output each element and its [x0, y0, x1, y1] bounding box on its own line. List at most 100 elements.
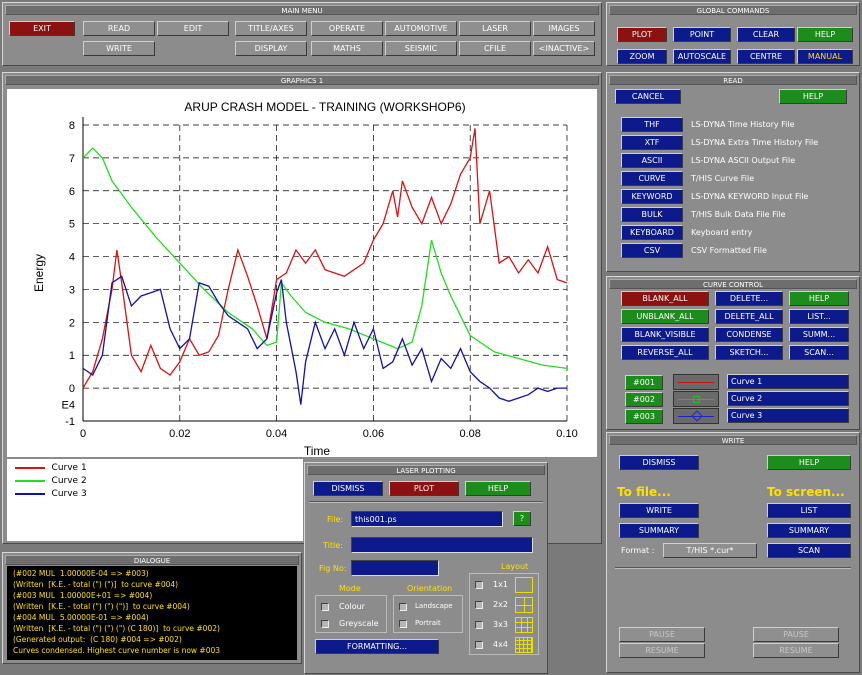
file-write-button[interactable]: WRITE [619, 503, 699, 518]
dialogue-panel: DIALOGUE (#002 MUL 1.00000E-04 => #003)(… [2, 552, 302, 664]
layout-2x2-checkbox[interactable] [475, 601, 483, 609]
sketch-button[interactable]: SKETCH... [715, 345, 783, 360]
layout-2x2-label: 2x2 [493, 600, 508, 609]
zoom-button[interactable]: ZOOM [617, 49, 667, 64]
portrait-checkbox[interactable] [399, 620, 407, 628]
cfile-button[interactable]: CFILE [459, 41, 531, 56]
point-button[interactable]: POINT [673, 27, 731, 42]
main-menu-title: MAIN MENU [5, 5, 599, 15]
curve-name-001[interactable]: Curve 1 [727, 374, 849, 389]
curve-name-002[interactable]: Curve 2 [727, 391, 849, 406]
legend-label: Curve 3 [51, 489, 87, 499]
scan-button[interactable]: SCAN... [789, 345, 849, 360]
layout-3x3-checkbox[interactable] [475, 621, 483, 629]
global-commands-panel: GLOBAL COMMANDS PLOT POINT CLEAR HELP ZO… [606, 2, 860, 66]
summ-button[interactable]: SUMM... [789, 327, 849, 342]
curve-swatch-003 [673, 408, 719, 424]
condense-button[interactable]: CONDENSE [715, 327, 783, 342]
read-keyword-button[interactable]: KEYWORD [621, 189, 683, 204]
plot-button[interactable]: PLOT [617, 27, 667, 42]
automotive-button[interactable]: AUTOMOTIVE [385, 21, 457, 36]
x-tick-label: 0 [80, 428, 86, 440]
pause-button-right[interactable]: PAUSE [753, 627, 839, 642]
maths-button[interactable]: MATHS [311, 41, 383, 56]
delete-all-button[interactable]: DELETE_ALL [715, 309, 783, 324]
format-select[interactable]: T/HIS *.cur* [663, 543, 757, 558]
file-summary-button[interactable]: SUMMARY [619, 523, 699, 538]
title-label: Title: [323, 541, 343, 550]
layout-1x1-checkbox[interactable] [475, 581, 483, 589]
display-button[interactable]: DISPLAY [235, 41, 307, 56]
title-input[interactable] [351, 537, 533, 553]
curve-swatch-002 [673, 391, 719, 407]
seismic-button[interactable]: SEISMIC [385, 41, 457, 56]
file-browse-button[interactable]: ? [513, 511, 531, 526]
plot-area[interactable]: ARUP CRASH MODEL - TRAINING (WORKSHOP6) -… [7, 89, 597, 457]
laser-button[interactable]: LASER [459, 21, 531, 36]
blank-visible-button[interactable]: BLANK_VISIBLE [621, 327, 709, 342]
resume-button-right[interactable]: RESUME [753, 643, 839, 658]
operate-button[interactable]: OPERATE [311, 21, 383, 36]
figno-input[interactable] [351, 560, 439, 576]
file-input[interactable]: this001.ps [351, 511, 503, 527]
centre-button[interactable]: CENTRE [737, 49, 795, 64]
x-tick-label: 0.08 [459, 428, 480, 440]
read-ascii-button[interactable]: ASCII [621, 153, 683, 168]
unblank-all-button[interactable]: UNBLANK_ALL [621, 309, 709, 324]
laser-help-button[interactable]: HELP [465, 481, 531, 496]
manual-button[interactable]: MANUAL [797, 49, 853, 64]
landscape-label: Landscape [415, 602, 453, 610]
resume-button-left[interactable]: RESUME [619, 643, 705, 658]
read-help-button[interactable]: HELP [779, 89, 847, 104]
title-axes-button[interactable]: TITLE/AXES [235, 21, 307, 36]
exit-button[interactable]: EXIT [9, 21, 75, 36]
screen-list-button[interactable]: LIST [767, 503, 851, 518]
read-thf-button[interactable]: THF [621, 117, 683, 132]
read-ascii-desc: LS-DYNA ASCII Output File [691, 156, 796, 165]
read-panel: READ CANCEL HELP THF LS-DYNA Time History… [606, 72, 860, 272]
read-xtf-button[interactable]: XTF [621, 135, 683, 150]
clear-button[interactable]: CLEAR [737, 27, 795, 42]
curve-toggle-003[interactable]: #003 [625, 409, 663, 424]
curve-name-003[interactable]: Curve 3 [727, 408, 849, 423]
laser-dismiss-button[interactable]: DISMISS [313, 481, 383, 496]
laser-plot-button[interactable]: PLOT [389, 481, 459, 496]
inactive-button[interactable]: <INACTIVE> [533, 41, 595, 56]
landscape-checkbox[interactable] [399, 603, 407, 611]
autoscale-button[interactable]: AUTOSCALE [673, 49, 731, 64]
help-button[interactable]: HELP [797, 27, 853, 42]
images-button[interactable]: IMAGES [533, 21, 595, 36]
list-button[interactable]: LIST... [789, 309, 849, 324]
cancel-button[interactable]: CANCEL [615, 89, 681, 104]
read-curve-button[interactable]: CURVE [621, 171, 683, 186]
curve-toggle-002[interactable]: #002 [625, 392, 663, 407]
read-bulk-button[interactable]: BULK [621, 207, 683, 222]
read-button[interactable]: READ [83, 21, 155, 36]
pause-button-left[interactable]: PAUSE [619, 627, 705, 642]
edit-button[interactable]: EDIT [157, 21, 229, 36]
curve-toggle-001[interactable]: #001 [625, 375, 663, 390]
y-tick-label: 8 [69, 120, 75, 132]
write-dismiss-button[interactable]: DISMISS [619, 455, 699, 470]
screen-summary-button[interactable]: SUMMARY [767, 523, 851, 538]
greyscale-checkbox[interactable] [321, 620, 329, 628]
chart-title: ARUP CRASH MODEL - TRAINING (WORKSHOP6) [184, 100, 465, 114]
write-button[interactable]: WRITE [83, 41, 155, 56]
colour-checkbox[interactable] [321, 603, 329, 611]
format-label: Format : [621, 546, 655, 555]
blank-all-button[interactable]: BLANK_ALL [621, 291, 709, 306]
read-keyboard-button[interactable]: KEYBOARD [621, 225, 683, 240]
read-csv-button[interactable]: CSV [621, 243, 683, 258]
formatting-button[interactable]: FORMATTING... [315, 639, 439, 654]
write-help-button[interactable]: HELP [767, 455, 851, 470]
dialogue-line: Curves condensed. Highest curve number i… [13, 646, 221, 655]
curve-help-button[interactable]: HELP [789, 291, 849, 306]
y-tick-label: 1 [69, 350, 75, 362]
layout-4x4-checkbox[interactable] [475, 641, 483, 649]
write-panel: WRITE DISMISS HELP To file... To screen.… [606, 432, 860, 673]
reverse-all-button[interactable]: REVERSE_ALL [621, 345, 709, 360]
scan-write-button[interactable]: SCAN [767, 543, 851, 558]
x-axis-label: Time [304, 444, 331, 457]
delete-button[interactable]: DELETE... [715, 291, 783, 306]
read-xtf-desc: LS-DYNA Extra Time History File [691, 138, 819, 147]
